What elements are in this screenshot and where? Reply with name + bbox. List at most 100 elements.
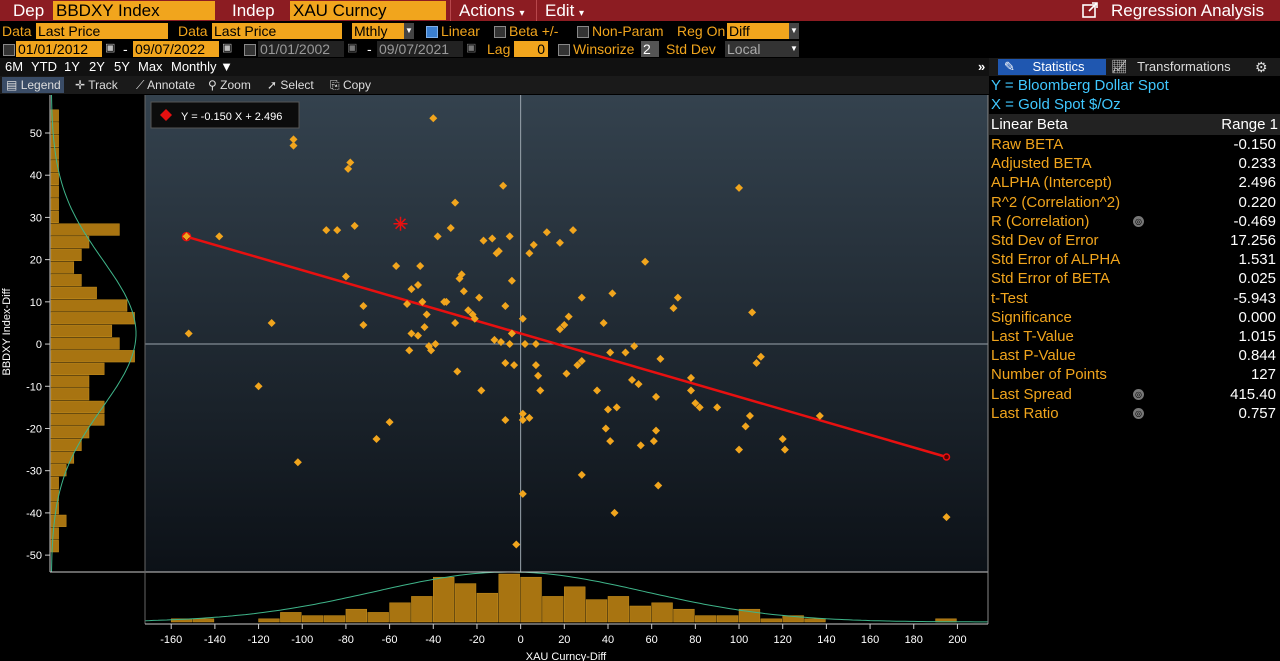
x-histogram-bar <box>192 618 215 623</box>
popout-icon[interactable] <box>1082 2 1098 18</box>
edit-icon: ✎ <box>1004 59 1015 74</box>
nonparam-label: Non-Param <box>592 23 664 39</box>
tab-statistics-label: Statistics <box>1032 59 1085 74</box>
range2-end-date[interactable]: 09/07/2021 <box>377 41 463 57</box>
period-frequency-select[interactable]: Monthly ▼ <box>171 58 233 76</box>
stat-row[interactable]: Number of Points 127 <box>991 365 1278 384</box>
stat-row[interactable]: Last Spread ◎ 415.40 <box>991 385 1278 404</box>
zoom-label: Zoom <box>220 78 251 92</box>
actions-menu[interactable]: Actions ▾ <box>450 0 536 21</box>
range1-start-date[interactable]: 01/01/2012 <box>16 41 102 57</box>
y-tick-label: -50 <box>26 550 42 562</box>
cursor-icon: ➚ <box>267 78 278 92</box>
x-histogram-bar <box>542 596 564 623</box>
legend-button[interactable]: ▤ Legend <box>2 77 64 93</box>
period-5y[interactable]: 5Y <box>114 58 130 76</box>
magnifier-icon: ⚲ <box>208 78 217 92</box>
period-ytd[interactable]: YTD <box>31 58 57 76</box>
indep-ticker-field[interactable]: XAU Curncy <box>290 1 446 20</box>
stat-label: Last Ratio <box>991 404 1059 422</box>
winsorize-input[interactable]: 2 <box>641 41 659 57</box>
regon-select[interactable]: Diff <box>727 23 789 39</box>
stat-label: Std Error of ALPHA <box>991 251 1121 269</box>
period-2y[interactable]: 2Y <box>89 58 105 76</box>
annotate-label: Annotate <box>147 78 196 92</box>
stat-row[interactable]: Last P-Value 0.844 <box>991 346 1278 365</box>
y-histogram-bar <box>50 172 59 186</box>
x-tick-label: -100 <box>291 634 313 646</box>
winsorize-checkbox[interactable] <box>558 44 570 56</box>
calendar-icon[interactable]: ▣ <box>347 41 357 54</box>
linear-checkbox[interactable] <box>426 26 438 38</box>
stat-row[interactable]: Std Error of ALPHA 1.531 <box>991 250 1278 269</box>
range1-end-date[interactable]: 09/07/2022 <box>133 41 219 57</box>
stat-row[interactable]: Last T-Value 1.015 <box>991 327 1278 346</box>
stat-row[interactable]: ALPHA (Intercept) 2.496 <box>991 173 1278 192</box>
annotate-button[interactable]: ⟋ Annotate <box>136 77 195 93</box>
stat-row[interactable]: Significance 0.000 <box>991 308 1278 327</box>
stddev-dropdown-icon[interactable]: ▼ <box>789 41 799 57</box>
stddev-select[interactable]: Local <box>725 41 789 57</box>
x-histogram-bar <box>498 573 520 623</box>
data-label-indep: Data <box>178 23 208 39</box>
x-histogram-bar <box>629 605 651 623</box>
track-button[interactable]: ✛ Track <box>75 77 118 93</box>
x-histogram-bar <box>323 615 346 623</box>
x-tick-label: -140 <box>204 634 226 646</box>
calendar-icon[interactable]: ▣ <box>466 41 476 54</box>
stat-value: 2.496 <box>1238 174 1276 192</box>
page-title: Regression Analysis <box>1111 1 1265 20</box>
data-field-dep[interactable]: Last Price <box>36 23 168 39</box>
stat-row[interactable]: Raw BETA -0.150 <box>991 135 1278 154</box>
y-tick-label: 40 <box>30 170 42 182</box>
expand-panel-icon[interactable]: » <box>978 58 985 76</box>
range2-checkbox[interactable] <box>244 44 256 56</box>
dep-ticker-field[interactable]: BBDXY Index <box>53 1 215 20</box>
stat-label: Std Error of BETA <box>991 270 1110 288</box>
tab-statistics[interactable]: ✎ Statistics <box>998 59 1106 75</box>
copy-button[interactable]: ⎘ Copy <box>330 77 371 93</box>
period-1y[interactable]: 1Y <box>64 58 80 76</box>
period-max[interactable]: Max <box>138 58 163 76</box>
winsorize-label: Winsorize <box>573 41 635 57</box>
chart-toggle-icon[interactable]: ◎ <box>1133 388 1144 400</box>
beta-checkbox[interactable] <box>494 26 506 38</box>
stat-label: R (Correlation) <box>991 212 1090 230</box>
x-tick-label: -20 <box>469 634 485 646</box>
y-histogram-bar <box>50 261 75 274</box>
y-histogram-bar <box>50 388 90 401</box>
range2-start-date[interactable]: 01/01/2002 <box>258 41 344 57</box>
lag-input[interactable]: 0 <box>514 41 548 57</box>
stat-row[interactable]: t-Test -5.943 <box>991 289 1278 308</box>
frequency-select[interactable]: Mthly <box>352 23 404 39</box>
period-6m[interactable]: 6M <box>5 58 23 76</box>
regression-chart[interactable]: 50403020100-10-20-30-40-50-160 -140 -120 -1… <box>0 94 989 661</box>
stat-row[interactable]: R^2 (Correlation^2) 0.220 <box>991 193 1278 212</box>
stat-row[interactable]: Std Error of BETA 0.025 <box>991 269 1278 288</box>
stat-value: 0.844 <box>1238 347 1276 365</box>
frequency-dropdown-icon[interactable]: ▼ <box>404 23 414 39</box>
stat-row[interactable]: Std Dev of Error 17.256 <box>991 231 1278 250</box>
gear-icon[interactable]: ⚙ <box>1255 58 1268 76</box>
select-button[interactable]: ➚ Select <box>267 77 314 93</box>
last-point-star[interactable] <box>393 216 408 231</box>
x-histogram-bar <box>673 608 695 623</box>
tab-transformations[interactable]: 📈︎ Transformations <box>1111 59 1231 75</box>
x-histogram-bar <box>564 586 586 623</box>
stat-row[interactable]: Last Ratio ◎ 0.757 <box>991 404 1278 423</box>
edit-menu-caret-icon: ▾ <box>579 8 585 19</box>
stat-row[interactable]: R (Correlation) ◎ -0.469 <box>991 212 1278 231</box>
chart-toggle-icon[interactable]: ◎ <box>1133 215 1144 227</box>
x-series-description: X = Gold Spot $/Oz <box>991 96 1121 113</box>
edit-menu[interactable]: Edit ▾ <box>536 0 622 21</box>
stat-row[interactable]: Adjusted BETA 0.233 <box>991 154 1278 173</box>
data-field-indep[interactable]: Last Price <box>212 23 342 39</box>
calendar-icon[interactable]: ▣ <box>105 41 115 54</box>
zoom-button[interactable]: ⚲ Zoom <box>208 77 251 93</box>
calendar-icon[interactable]: ▣ <box>222 41 232 54</box>
chart-toggle-icon[interactable]: ◎ <box>1133 407 1144 419</box>
nonparam-checkbox[interactable] <box>577 26 589 38</box>
chart-legend[interactable]: Y = -0.150 X + 2.496 <box>150 101 300 129</box>
range1-checkbox[interactable] <box>3 44 15 56</box>
regon-dropdown-icon[interactable]: ▼ <box>789 23 799 39</box>
